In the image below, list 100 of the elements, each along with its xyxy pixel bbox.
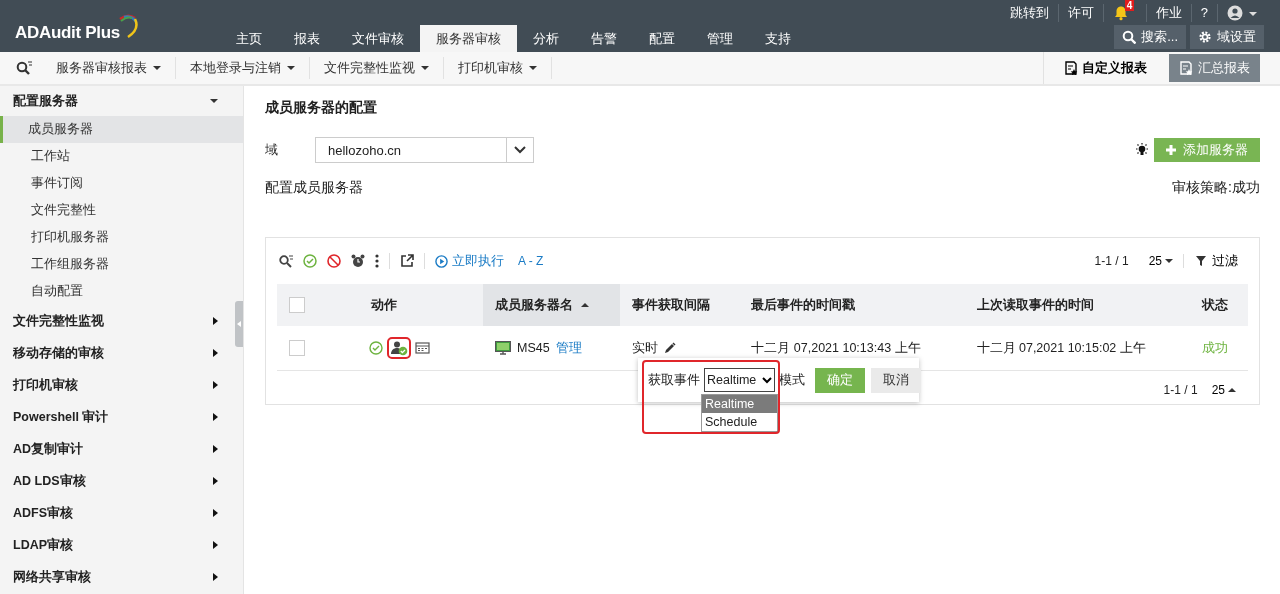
caret-icon — [1228, 388, 1236, 392]
select-all-checkbox[interactable] — [289, 297, 305, 313]
column-header[interactable]: 事件获取间隔 — [620, 284, 740, 326]
check-circle-icon[interactable] — [369, 341, 383, 355]
nav-tab[interactable]: 管理 — [691, 25, 749, 52]
mode-select[interactable]: Realtime — [704, 368, 776, 392]
caret-icon — [210, 99, 218, 103]
filter-button[interactable]: 过滤 — [1194, 252, 1248, 270]
header-link[interactable]: 许可 — [1067, 3, 1094, 22]
caret-icon — [213, 445, 218, 453]
user-check-icon[interactable] — [390, 340, 408, 356]
nav-tab[interactable]: 分析 — [517, 25, 575, 52]
caret-icon — [213, 317, 218, 325]
app-logo[interactable]: ADAudit Plus — [15, 23, 120, 43]
page-title: 成员服务器的配置 — [265, 99, 378, 115]
cancel-button[interactable]: 取消 — [871, 367, 922, 393]
page-size-select[interactable]: 25 — [1138, 254, 1184, 268]
report-menu[interactable]: 本地登录与注销 — [176, 57, 310, 79]
manage-link[interactable]: 管理 — [555, 339, 582, 357]
bell-icon[interactable] — [1112, 4, 1129, 21]
report-menu[interactable]: 服务器审核报表 — [42, 57, 176, 79]
user-menu-icon[interactable] — [1227, 4, 1257, 21]
sidebar-group[interactable]: AD复制审计 — [0, 433, 234, 465]
notification-badge: 4 — [1124, 0, 1135, 11]
caret-icon — [213, 573, 218, 581]
play-icon — [435, 254, 448, 268]
table-cell: 十二月 07,2021 10:15:02 上午 — [964, 326, 1190, 371]
dropdown-option[interactable]: Realtime — [702, 395, 777, 413]
report-menu[interactable]: 打印机审核 — [444, 57, 552, 79]
header-link[interactable]: 跳转到 — [1009, 3, 1049, 22]
sidebar-item[interactable]: 成员服务器 — [0, 116, 243, 143]
column-header[interactable]: 最后事件的时间戳 — [739, 284, 965, 326]
nav-tab[interactable]: 告警 — [575, 25, 633, 52]
domain-select[interactable]: hellozoho.cn — [315, 137, 534, 163]
sidebar-group[interactable]: 文件完整性监视 — [0, 305, 234, 337]
page-size-select[interactable]: 25 — [1211, 383, 1236, 397]
nav-tab[interactable]: 支持 — [749, 25, 807, 52]
custom-report-button[interactable]: 自定义报表 — [1044, 59, 1157, 77]
sidebar-group[interactable]: 网络共享审核 — [0, 561, 234, 593]
search-icon[interactable] — [279, 254, 293, 268]
edit-icon[interactable] — [664, 342, 677, 354]
pagination-text: 1-1 / 1 — [1163, 383, 1198, 397]
sidebar-group[interactable]: ADFS审核 — [0, 497, 234, 529]
sidebar-item[interactable]: 事件订阅 — [0, 170, 243, 197]
check-circle-icon[interactable] — [303, 254, 317, 268]
row-checkbox[interactable] — [289, 340, 305, 356]
caret-icon — [213, 349, 218, 357]
sidebar-item[interactable]: 工作站 — [0, 143, 243, 170]
sidebar-group[interactable]: 配置服务器 — [0, 86, 234, 116]
pagination-text: 1-1 / 1 — [1094, 254, 1129, 268]
caret-icon — [1165, 259, 1173, 263]
server-name: MS45 — [517, 341, 550, 355]
plus-icon — [1166, 145, 1176, 155]
nav-tab[interactable]: 文件审核 — [336, 25, 420, 52]
search-icon — [1122, 30, 1137, 44]
summary-report-button[interactable]: 汇总报表 — [1169, 54, 1260, 82]
monitor-icon — [495, 341, 511, 355]
logo-arc-icon — [118, 13, 138, 39]
nav-tab[interactable]: 服务器审核 — [420, 25, 517, 52]
sidebar-group[interactable]: 移动存储的审核 — [0, 337, 234, 369]
alarm-clock-icon[interactable] — [351, 254, 365, 268]
column-header[interactable]: 状态 — [1189, 284, 1248, 326]
sidebar-item[interactable]: 工作组服务器 — [0, 251, 243, 278]
sidebar-group[interactable]: Powershell 审计 — [0, 401, 234, 433]
sidebar-item[interactable]: 打印机服务器 — [0, 224, 243, 251]
report-menu[interactable]: 文件完整性监视 — [310, 57, 444, 79]
interval-text: 实时 — [632, 339, 659, 357]
sort-link[interactable]: A - Z — [514, 254, 544, 268]
caret-icon — [213, 413, 218, 421]
nav-tab[interactable]: 主页 — [220, 25, 278, 52]
sidebar-group[interactable]: AD LDS审核 — [0, 465, 234, 497]
column-header[interactable]: 成员服务器名 — [483, 284, 621, 326]
nav-tab[interactable]: 配置 — [633, 25, 691, 52]
sidebar-group[interactable]: 打印机审核 — [0, 369, 234, 401]
caret-icon — [213, 381, 218, 389]
bulb-icon[interactable] — [1135, 143, 1149, 157]
disable-icon[interactable] — [327, 254, 341, 268]
nav-tab[interactable]: 报表 — [278, 25, 336, 52]
header-link[interactable]: ? — [1200, 5, 1208, 20]
dropdown-option[interactable]: Schedule — [702, 413, 777, 431]
search-button[interactable]: 搜索... — [1114, 25, 1186, 49]
caret-icon — [213, 509, 218, 517]
run-now-link[interactable]: 立即执行 — [435, 252, 504, 270]
field-label: 域 — [265, 141, 279, 159]
section-title: 配置成员服务器 — [265, 179, 363, 197]
search-icon[interactable] — [16, 60, 32, 76]
column-header[interactable]: 动作 — [321, 284, 483, 326]
field-label: 模式 — [779, 371, 806, 389]
export-icon[interactable] — [400, 254, 414, 268]
more-icon[interactable] — [375, 254, 379, 268]
domain-settings-button[interactable]: 域设置 — [1190, 25, 1264, 49]
caret-icon — [213, 541, 218, 549]
sidebar-item[interactable]: 自动配置 — [0, 278, 243, 305]
sidebar-item[interactable]: 文件完整性 — [0, 197, 243, 224]
sidebar-group[interactable]: LDAP审核 — [0, 529, 234, 561]
calendar-icon[interactable] — [415, 342, 430, 354]
collapse-handle[interactable] — [235, 301, 243, 347]
report-icon — [1179, 61, 1193, 75]
header-link[interactable]: 作业 — [1155, 3, 1182, 22]
column-header[interactable]: 上次读取事件的时间 — [964, 284, 1190, 326]
